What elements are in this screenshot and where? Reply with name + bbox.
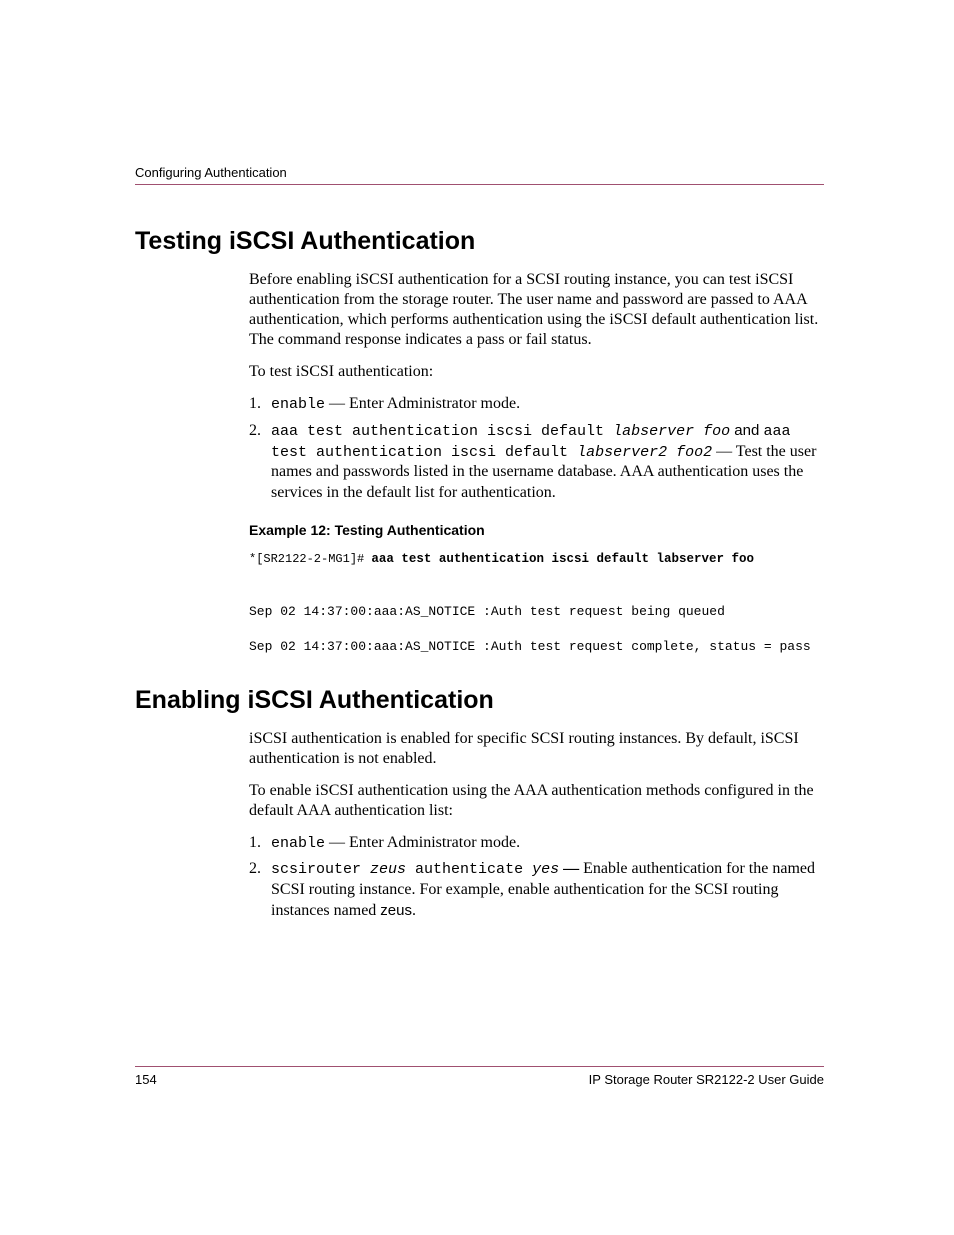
section2-para2: To enable iSCSI authentication using the…	[249, 781, 824, 821]
step2-cmd-a: scsirouter	[271, 861, 370, 878]
code-block: *[SR2122-2-MG1]# aaa test authentication…	[249, 550, 824, 656]
code-output2: Sep 02 14:37:00:aaa:AS_NOTICE :Auth test…	[249, 639, 811, 654]
step-number: 1.	[249, 833, 271, 854]
example-label: Example 12: Testing Authentication	[249, 522, 824, 538]
page-number: 154	[135, 1072, 157, 1087]
section1-steps: 1.enable — Enter Administrator mode. 2.a…	[249, 394, 824, 504]
footer-title: IP Storage Router SR2122-2 User Guide	[589, 1072, 824, 1087]
section2-step2: 2.scsirouter zeus authenticate yes — Ena…	[249, 859, 824, 921]
section2-steps: 1.enable — Enter Administrator mode. 2.s…	[249, 833, 824, 922]
section1-step1: 1.enable — Enter Administrator mode.	[249, 394, 824, 415]
section1-para2: To test iSCSI authentication:	[249, 362, 824, 382]
code-output1: Sep 02 14:37:00:aaa:AS_NOTICE :Auth test…	[249, 604, 725, 619]
step1-text: — Enter Administrator mode.	[325, 395, 520, 412]
page-header: Configuring Authentication	[135, 165, 824, 185]
step2-var2: labserver2 foo2	[577, 444, 712, 461]
footer-rule	[135, 1066, 824, 1067]
step1-command: enable	[271, 396, 325, 413]
step2-var1: labserver foo	[613, 423, 730, 440]
step1-command: enable	[271, 835, 325, 852]
step2-period: .	[412, 902, 416, 919]
section2-heading: Enabling iSCSI Authentication	[135, 686, 824, 715]
header-rule	[135, 184, 824, 185]
step1-text: — Enter Administrator mode.	[325, 834, 520, 851]
step2-var-b: yes	[532, 861, 559, 878]
code-prompt: *[SR2122-2-MG1]#	[249, 552, 371, 566]
section1-para1: Before enabling iSCSI authentication for…	[249, 270, 824, 350]
step2-command1: aaa test authentication iscsi default	[271, 423, 613, 440]
section1-heading: Testing iSCSI Authentication	[135, 227, 824, 256]
step2-var-a: zeus	[370, 861, 406, 878]
header-label: Configuring Authentication	[135, 165, 824, 180]
section2-para1: iSCSI authentication is enabled for spec…	[249, 729, 824, 769]
step2-zeus: zeus	[380, 902, 412, 919]
step-number: 2.	[249, 859, 271, 880]
section2-step1: 1.enable — Enter Administrator mode.	[249, 833, 824, 854]
step-number: 1.	[249, 394, 271, 415]
step2-and: and	[730, 422, 763, 439]
section1-step2: 2.aaa test authentication iscsi default …	[249, 421, 824, 504]
page-footer: 154 IP Storage Router SR2122-2 User Guid…	[135, 1072, 824, 1087]
code-command: aaa test authentication iscsi default la…	[371, 552, 754, 566]
step-number: 2.	[249, 421, 271, 442]
step2-dash: —	[559, 860, 583, 877]
step2-cmd-b: authenticate	[406, 861, 532, 878]
